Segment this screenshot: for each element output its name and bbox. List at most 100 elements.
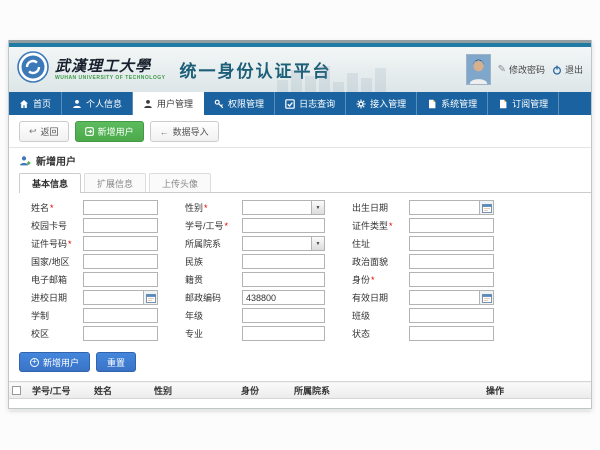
tab-label: 基本信息 bbox=[32, 177, 68, 190]
field-label: 进校日期 bbox=[31, 293, 67, 303]
skyline-decoration bbox=[277, 62, 386, 92]
select-all-cell bbox=[9, 382, 29, 399]
back-arrow-icon: ↩ bbox=[29, 126, 37, 137]
data-import-button[interactable]: ← 数据导入 bbox=[150, 121, 219, 142]
nav-tab-label: 个人信息 bbox=[86, 97, 122, 110]
dropdown-arrow-icon[interactable]: ▼ bbox=[311, 201, 324, 214]
field-label: 证件号码 bbox=[31, 239, 67, 249]
field-label: 籍贯 bbox=[185, 275, 203, 285]
required-marker: * bbox=[204, 203, 208, 213]
field-label: 国家/地区 bbox=[31, 257, 70, 267]
tab-upload-avatar[interactable]: 上传头像 bbox=[149, 173, 211, 192]
empty-row bbox=[9, 399, 591, 412]
political-status-input[interactable] bbox=[409, 254, 494, 269]
col-gender: 性别 bbox=[151, 382, 238, 399]
nav-tab-label: 权限管理 bbox=[228, 97, 264, 110]
logout-label: 退出 bbox=[565, 63, 583, 76]
native-place-input[interactable] bbox=[242, 272, 325, 287]
field-label: 学号/工号 bbox=[185, 221, 224, 231]
required-marker: * bbox=[389, 221, 393, 231]
valid-date-input[interactable] bbox=[410, 291, 479, 304]
change-password-label: 修改密码 bbox=[509, 63, 545, 76]
identity-input[interactable] bbox=[409, 272, 494, 287]
class-input[interactable] bbox=[409, 308, 494, 323]
entry-date-input[interactable] bbox=[84, 291, 143, 304]
field-label: 性别 bbox=[185, 203, 203, 213]
add-user-toolbar-button[interactable]: 新增用户 bbox=[75, 121, 144, 142]
field-label: 学制 bbox=[31, 311, 49, 321]
field-identity: 身份* bbox=[352, 272, 494, 287]
calendar-icon[interactable] bbox=[479, 201, 493, 214]
table-header-row: 学号/工号 姓名 性别 身份 所属院系 操作 bbox=[9, 382, 591, 399]
email-input[interactable] bbox=[83, 272, 158, 287]
tab-extended-info[interactable]: 扩展信息 bbox=[84, 173, 146, 192]
campus-input[interactable] bbox=[83, 326, 158, 341]
calendar-icon[interactable] bbox=[143, 291, 157, 304]
nav-tab-system[interactable]: 系统管理 bbox=[417, 92, 488, 115]
field-campus-card: 校园卡号 bbox=[31, 218, 158, 233]
col-actions: 操作 bbox=[483, 382, 591, 399]
basic-info-form: 姓名* 性别*▼ 出生日期 校园卡号 学号/工号* 证件类型* 证件号码* 所属… bbox=[9, 193, 591, 346]
status-input[interactable] bbox=[409, 326, 494, 341]
student-id-input[interactable] bbox=[242, 218, 325, 233]
nav-tab-access[interactable]: 接入管理 bbox=[346, 92, 417, 115]
name-input[interactable] bbox=[83, 200, 158, 215]
required-marker: * bbox=[371, 275, 375, 285]
address-input[interactable] bbox=[409, 236, 494, 251]
field-grade: 年级 bbox=[185, 308, 325, 323]
tab-basic-info[interactable]: 基本信息 bbox=[19, 173, 81, 193]
home-icon bbox=[19, 99, 29, 109]
tab-label: 扩展信息 bbox=[97, 177, 133, 190]
back-button[interactable]: ↩ 返回 bbox=[19, 121, 69, 142]
university-logo-icon bbox=[17, 51, 49, 88]
calendar-icon[interactable] bbox=[479, 291, 493, 304]
tab-label: 上传头像 bbox=[162, 177, 198, 190]
ethnicity-input[interactable] bbox=[242, 254, 325, 269]
nav-tab-user-management[interactable]: 用户管理 bbox=[133, 92, 204, 115]
campus-card-input[interactable] bbox=[83, 218, 158, 233]
nav-tab-logs[interactable]: 日志查询 bbox=[275, 92, 346, 115]
nav-tab-label: 系统管理 bbox=[441, 97, 477, 110]
education-length-input[interactable] bbox=[83, 308, 158, 323]
nav-tab-subscriptions[interactable]: 订阅管理 bbox=[488, 92, 559, 115]
change-password-link[interactable]: ✎ 修改密码 bbox=[498, 63, 545, 76]
section-title: 新增用户 bbox=[36, 153, 76, 168]
grade-input[interactable] bbox=[242, 308, 325, 323]
field-gender: 性别* ▼ bbox=[185, 200, 325, 215]
avatar bbox=[466, 54, 491, 85]
add-user-label: 新增用户 bbox=[98, 125, 134, 138]
department-select[interactable] bbox=[243, 237, 311, 250]
back-label: 返回 bbox=[41, 125, 59, 138]
field-valid-date: 有效日期 bbox=[352, 290, 494, 305]
nav-tab-permissions[interactable]: 权限管理 bbox=[204, 92, 275, 115]
field-label: 电子邮箱 bbox=[31, 275, 67, 285]
field-label: 专业 bbox=[185, 329, 203, 339]
field-postal-code: 邮政编码 bbox=[185, 290, 325, 305]
field-department: 所属院系▼ bbox=[185, 236, 325, 251]
page-header: 武漢理工大學 WUHAN UNIVERSITY OF TECHNOLOGY 统一… bbox=[9, 47, 591, 92]
dropdown-arrow-icon[interactable]: ▼ bbox=[311, 237, 324, 250]
id-type-input[interactable] bbox=[409, 218, 494, 233]
select-all-checkbox[interactable] bbox=[12, 386, 21, 395]
nav-tab-home[interactable]: 首页 bbox=[9, 92, 62, 115]
field-label: 状态 bbox=[352, 329, 370, 339]
document-icon bbox=[427, 99, 437, 109]
field-student-id: 学号/工号* bbox=[185, 218, 325, 233]
new-user-icon bbox=[85, 127, 94, 136]
gender-select[interactable] bbox=[243, 201, 311, 214]
country-region-input[interactable] bbox=[83, 254, 158, 269]
submit-add-user-button[interactable]: + 新增用户 bbox=[19, 352, 90, 372]
id-number-input[interactable] bbox=[83, 236, 158, 251]
major-input[interactable] bbox=[242, 326, 325, 341]
field-id-number: 证件号码* bbox=[31, 236, 158, 251]
birth-date-input[interactable] bbox=[410, 201, 479, 214]
reset-button[interactable]: 重置 bbox=[96, 352, 136, 372]
nav-tab-label: 接入管理 bbox=[370, 97, 406, 110]
field-native-place: 籍贯 bbox=[185, 272, 325, 287]
nav-tab-label: 用户管理 bbox=[157, 97, 193, 110]
field-major: 专业 bbox=[185, 326, 325, 341]
postal-code-input[interactable] bbox=[242, 290, 325, 305]
logout-link[interactable]: 退出 bbox=[552, 63, 583, 76]
nav-tab-profile[interactable]: 个人信息 bbox=[62, 92, 133, 115]
field-class: 班级 bbox=[352, 308, 494, 323]
